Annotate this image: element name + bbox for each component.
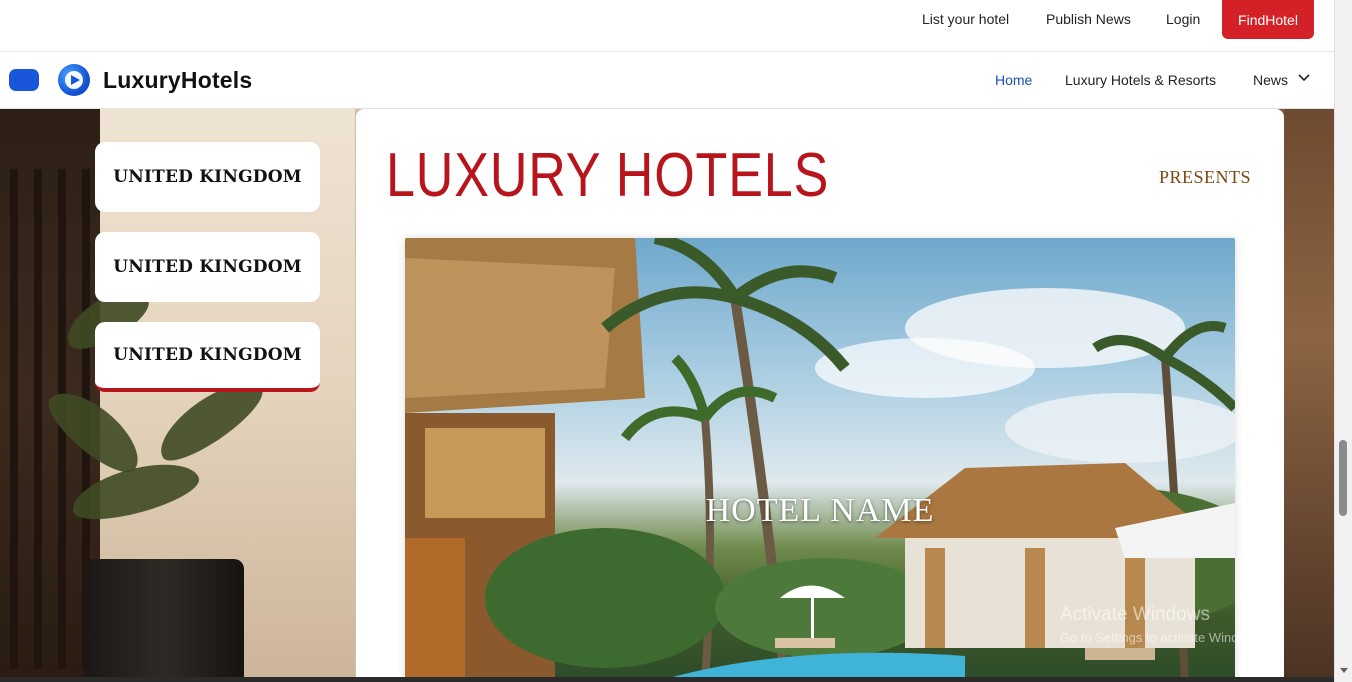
scrollbar-thumb[interactable] xyxy=(1339,440,1347,516)
plant-pot xyxy=(84,559,244,677)
nav-home[interactable]: Home xyxy=(995,72,1032,88)
presents-label: PRESENTS xyxy=(1158,167,1251,187)
nav-news[interactable]: News xyxy=(1253,72,1288,88)
country-card-selected[interactable]: UNITED KINGDOM xyxy=(95,322,320,392)
nav-luxury-hotels-resorts[interactable]: Luxury Hotels & Resorts xyxy=(1065,72,1216,88)
page-scrollbar[interactable] xyxy=(1334,0,1352,682)
activate-windows-title: Activate Windows xyxy=(1060,604,1210,625)
list-your-hotel-link[interactable]: List your hotel xyxy=(922,10,1009,28)
taskbar-edge xyxy=(0,677,1334,682)
login-link[interactable]: Login xyxy=(1166,10,1200,28)
top-utility-bar: List your hotel Publish News Login FindH… xyxy=(0,0,1334,52)
find-hotel-button[interactable]: FindHotel xyxy=(1222,0,1314,39)
hotel-name-label: HOTEL NAME xyxy=(705,492,935,529)
play-circle-icon[interactable] xyxy=(58,64,90,96)
scroll-down-arrow-icon[interactable] xyxy=(1340,668,1348,673)
main-navigation: LuxuryHotels Home Luxury Hotels & Resort… xyxy=(0,52,1334,109)
brand-name[interactable]: LuxuryHotels xyxy=(103,67,252,94)
hero-wall-right xyxy=(1284,109,1334,677)
feature-panel: LUXURY HOTELS PRESENTS HOTEL NAME xyxy=(356,109,1284,682)
country-card[interactable]: UNITED KINGDOM xyxy=(95,142,320,212)
chevron-down-icon[interactable] xyxy=(1298,74,1310,82)
activate-windows-subtitle: Go to Settings to activate Windows. xyxy=(1060,630,1266,645)
publish-news-link[interactable]: Publish News xyxy=(1046,10,1131,28)
menu-pill-icon[interactable] xyxy=(9,69,39,91)
country-card[interactable]: UNITED KINGDOM xyxy=(95,232,320,302)
feature-title: LUXURY HOTELS xyxy=(386,141,830,210)
